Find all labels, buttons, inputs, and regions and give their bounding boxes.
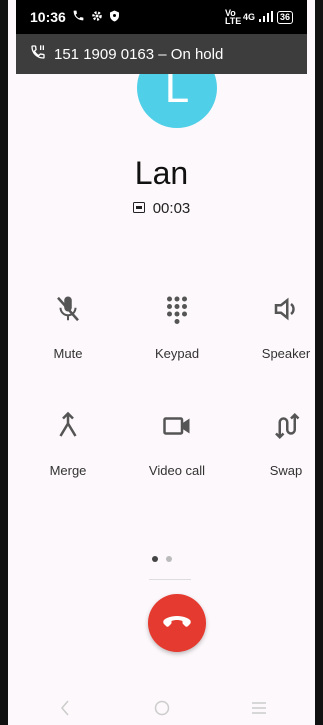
- navigation-bar: [16, 690, 307, 725]
- home-icon: [154, 700, 169, 715]
- call-timer-row: 00:03: [8, 200, 315, 217]
- swap-icon: [241, 407, 323, 445]
- recents-icon: [251, 701, 266, 714]
- home-button[interactable]: [142, 696, 182, 720]
- shield-icon: [109, 9, 120, 25]
- status-time: 10:36: [30, 9, 66, 25]
- swap-label: Swap: [269, 463, 303, 478]
- phone-hold-icon: [30, 44, 46, 64]
- mute-button[interactable]: Mute: [23, 290, 113, 361]
- swap-button[interactable]: Swap: [241, 407, 323, 478]
- speaker-label: Speaker: [261, 346, 311, 361]
- status-bar: 10:36 Vo LTE 4G 36: [16, 0, 307, 34]
- mute-label: Mute: [53, 346, 83, 361]
- video-call-label: Video call: [148, 463, 206, 478]
- on-hold-banner[interactable]: 151 1909 0163 – On hold: [16, 34, 307, 74]
- page-dot-active[interactable]: [151, 556, 158, 562]
- merge-button[interactable]: Merge: [23, 407, 113, 478]
- signal-label: 4G: [242, 12, 255, 22]
- settings-gear-icon: [91, 9, 103, 25]
- battery-icon: 36: [276, 10, 293, 24]
- speaker-button[interactable]: Speaker: [241, 290, 323, 361]
- phone-screen: 10:36 Vo LTE 4G 36 151 1909 0163 – On ho…: [0, 0, 323, 725]
- page-dot[interactable]: [165, 556, 172, 562]
- on-hold-text: 151 1909 0163 – On hold: [54, 45, 224, 63]
- speaker-icon: [241, 290, 323, 328]
- video-call-button[interactable]: Video call: [132, 407, 222, 478]
- caller-name: Lan: [134, 155, 189, 191]
- keypad-icon: [132, 290, 222, 328]
- keypad-button[interactable]: Keypad: [132, 290, 222, 361]
- call-duration: 00:03: [152, 200, 191, 217]
- phone-call-icon: [72, 9, 85, 25]
- page-indicator: [8, 556, 315, 562]
- end-call-button[interactable]: [148, 594, 206, 652]
- mic-off-icon: [23, 290, 113, 328]
- back-button[interactable]: [45, 696, 85, 720]
- keypad-label: Keypad: [154, 346, 200, 361]
- merge-label: Merge: [49, 463, 87, 478]
- signal-bars-icon: [258, 10, 273, 24]
- hd-icon: [132, 200, 145, 217]
- recents-button[interactable]: [239, 696, 279, 720]
- videocam-icon: [132, 407, 222, 445]
- end-call-icon: [162, 613, 192, 634]
- divider: [149, 579, 191, 580]
- volte-label: Vo LTE: [224, 8, 242, 26]
- merge-icon: [23, 407, 113, 445]
- back-icon: [60, 700, 69, 715]
